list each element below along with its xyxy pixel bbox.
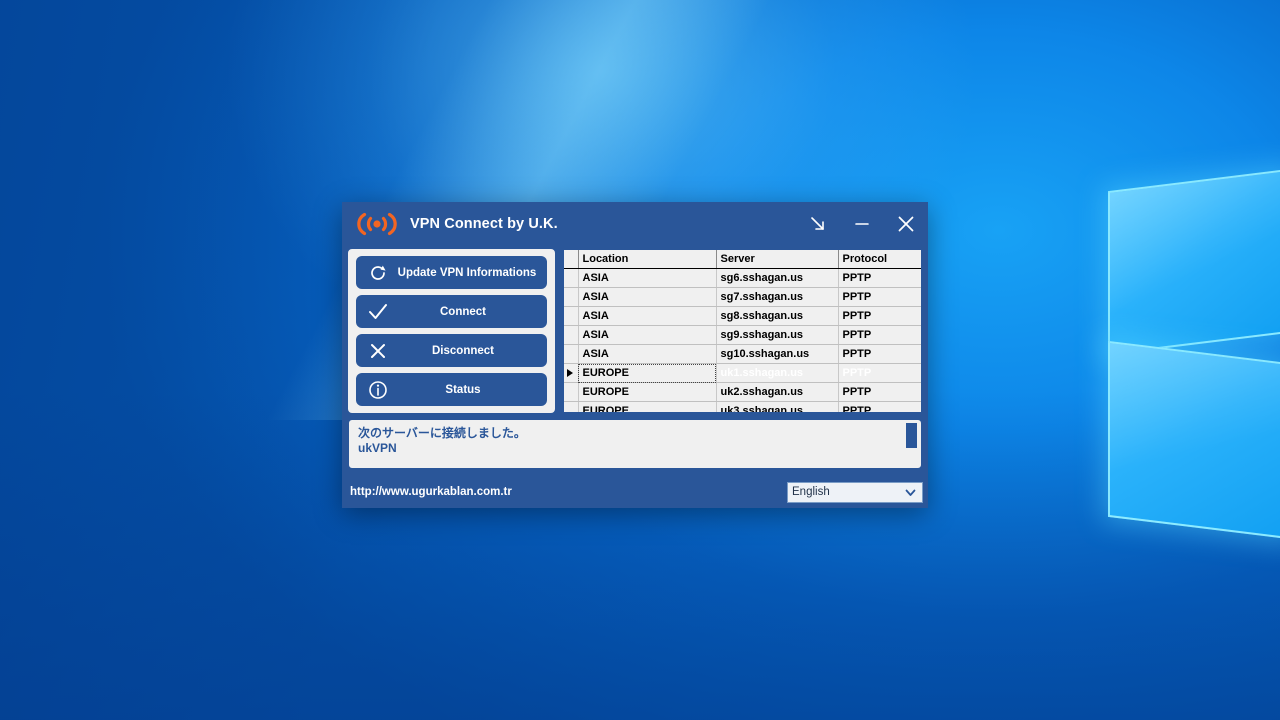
button-label: Update VPN Informations [397, 266, 537, 279]
disconnect-button[interactable]: Disconnect [356, 334, 547, 367]
table-row[interactable]: EUROPE uk1.sshagan.us PPTP [564, 363, 921, 383]
cell-server[interactable]: sg10.sshagan.us [716, 344, 839, 364]
cell-server[interactable]: uk2.sshagan.us [716, 382, 839, 402]
update-vpn-informations-button[interactable]: Update VPN Informations [356, 256, 547, 289]
table-header-row: Location Server Protocol [564, 250, 921, 269]
cell-protocol[interactable]: PPTP [838, 401, 921, 412]
cell-location[interactable]: ASIA [578, 325, 717, 345]
action-button-panel: Update VPN Informations Connect Disconne… [347, 248, 556, 414]
row-selector-cell[interactable] [564, 268, 579, 288]
column-header-server[interactable]: Server [716, 250, 839, 269]
desktop-wallpaper: VPN Connect by U.K. Update VPN Informati… [0, 0, 1280, 720]
row-selector-cell[interactable] [564, 325, 579, 345]
column-header-location[interactable]: Location [578, 250, 717, 269]
row-selector-cell[interactable] [564, 344, 579, 364]
check-icon [363, 295, 393, 328]
cell-protocol[interactable]: PPTP [838, 363, 921, 383]
cell-protocol[interactable]: PPTP [838, 325, 921, 345]
cell-server[interactable]: sg7.sshagan.us [716, 287, 839, 307]
cell-protocol[interactable]: PPTP [838, 268, 921, 288]
cell-location[interactable]: EUROPE [578, 382, 717, 402]
minimize-to-tray-button[interactable] [796, 202, 840, 246]
cell-server[interactable]: uk3.sshagan.us [716, 401, 839, 412]
pane-sheen [1110, 343, 1280, 537]
connect-button[interactable]: Connect [356, 295, 547, 328]
status-log-box[interactable]: 次のサーバーに接続しました。 ukVPN [347, 418, 923, 470]
footer-bar: http://www.ugurkablan.com.tr English [342, 476, 928, 508]
cell-protocol[interactable]: PPTP [838, 344, 921, 364]
pane-sheen [1110, 171, 1280, 353]
refresh-icon [363, 256, 393, 289]
button-label: Disconnect [432, 344, 494, 357]
cell-location[interactable]: EUROPE [578, 401, 717, 412]
cell-location[interactable]: EUROPE [578, 363, 717, 383]
table-row[interactable]: ASIA sg7.sshagan.us PPTP [564, 287, 921, 307]
cell-location[interactable]: ASIA [578, 287, 717, 307]
table-row[interactable]: ASIA sg6.sshagan.us PPTP [564, 268, 921, 288]
cell-server[interactable]: sg6.sshagan.us [716, 268, 839, 288]
cell-server[interactable]: sg9.sshagan.us [716, 325, 839, 345]
vpn-connect-window: VPN Connect by U.K. Update VPN Informati… [342, 202, 928, 508]
row-selector-cell[interactable] [564, 306, 579, 326]
broadcast-signal-icon [354, 209, 400, 239]
row-selector-cell[interactable] [564, 382, 579, 402]
status-line-2: ukVPN [358, 441, 397, 455]
close-button[interactable] [884, 202, 928, 246]
cell-protocol[interactable]: PPTP [838, 287, 921, 307]
table-row[interactable]: EUROPE uk2.sshagan.us PPTP [564, 382, 921, 402]
cell-server[interactable]: sg8.sshagan.us [716, 306, 839, 326]
language-select-wrapper: English [787, 481, 923, 503]
row-selector-cell[interactable] [564, 401, 579, 412]
table-body: ASIA sg6.sshagan.us PPTP ASIA sg7.sshagan.us… [564, 268, 921, 412]
website-link[interactable]: http://www.ugurkablan.com.tr [350, 486, 512, 498]
table-row[interactable]: EUROPE uk3.sshagan.us PPTP [564, 401, 921, 412]
server-list-panel[interactable]: Location Server Protocol ASIA sg6.sshagan… [562, 248, 923, 414]
cell-server[interactable]: uk1.sshagan.us [716, 363, 839, 383]
cell-location[interactable]: ASIA [578, 268, 717, 288]
title-bar: VPN Connect by U.K. [342, 202, 928, 246]
table-row[interactable]: ASIA sg9.sshagan.us PPTP [564, 325, 921, 345]
window-body: Update VPN Informations Connect Disconne… [342, 246, 928, 476]
row-selector-header [564, 250, 579, 269]
minimize-button[interactable] [840, 202, 884, 246]
row-selector-cell[interactable] [564, 363, 579, 383]
table-header: Location Server Protocol [564, 250, 921, 269]
table-row[interactable]: ASIA sg10.sshagan.us PPTP [564, 344, 921, 364]
cell-protocol[interactable]: PPTP [838, 306, 921, 326]
window-controls [796, 202, 928, 246]
cell-location[interactable]: ASIA [578, 344, 717, 364]
language-select[interactable]: English [787, 481, 923, 503]
x-icon [363, 334, 393, 367]
cell-protocol[interactable]: PPTP [838, 382, 921, 402]
button-label: Connect [440, 305, 486, 318]
window-title: VPN Connect by U.K. [410, 216, 558, 232]
table-row[interactable]: ASIA sg8.sshagan.us PPTP [564, 306, 921, 326]
cell-location[interactable]: ASIA [578, 306, 717, 326]
status-line-1: 次のサーバーに接続しました。 [358, 426, 526, 440]
info-circle-icon [363, 373, 393, 406]
status-scrollbar-thumb[interactable] [906, 423, 917, 448]
column-header-protocol[interactable]: Protocol [838, 250, 921, 269]
row-selector-cell[interactable] [564, 287, 579, 307]
windows-logo-pane-top [1108, 168, 1280, 356]
status-button[interactable]: Status [356, 373, 547, 406]
button-label: Status [445, 383, 481, 396]
windows-logo-pane-bottom [1108, 340, 1280, 540]
server-table[interactable]: Location Server Protocol ASIA sg6.sshagan… [564, 250, 921, 412]
